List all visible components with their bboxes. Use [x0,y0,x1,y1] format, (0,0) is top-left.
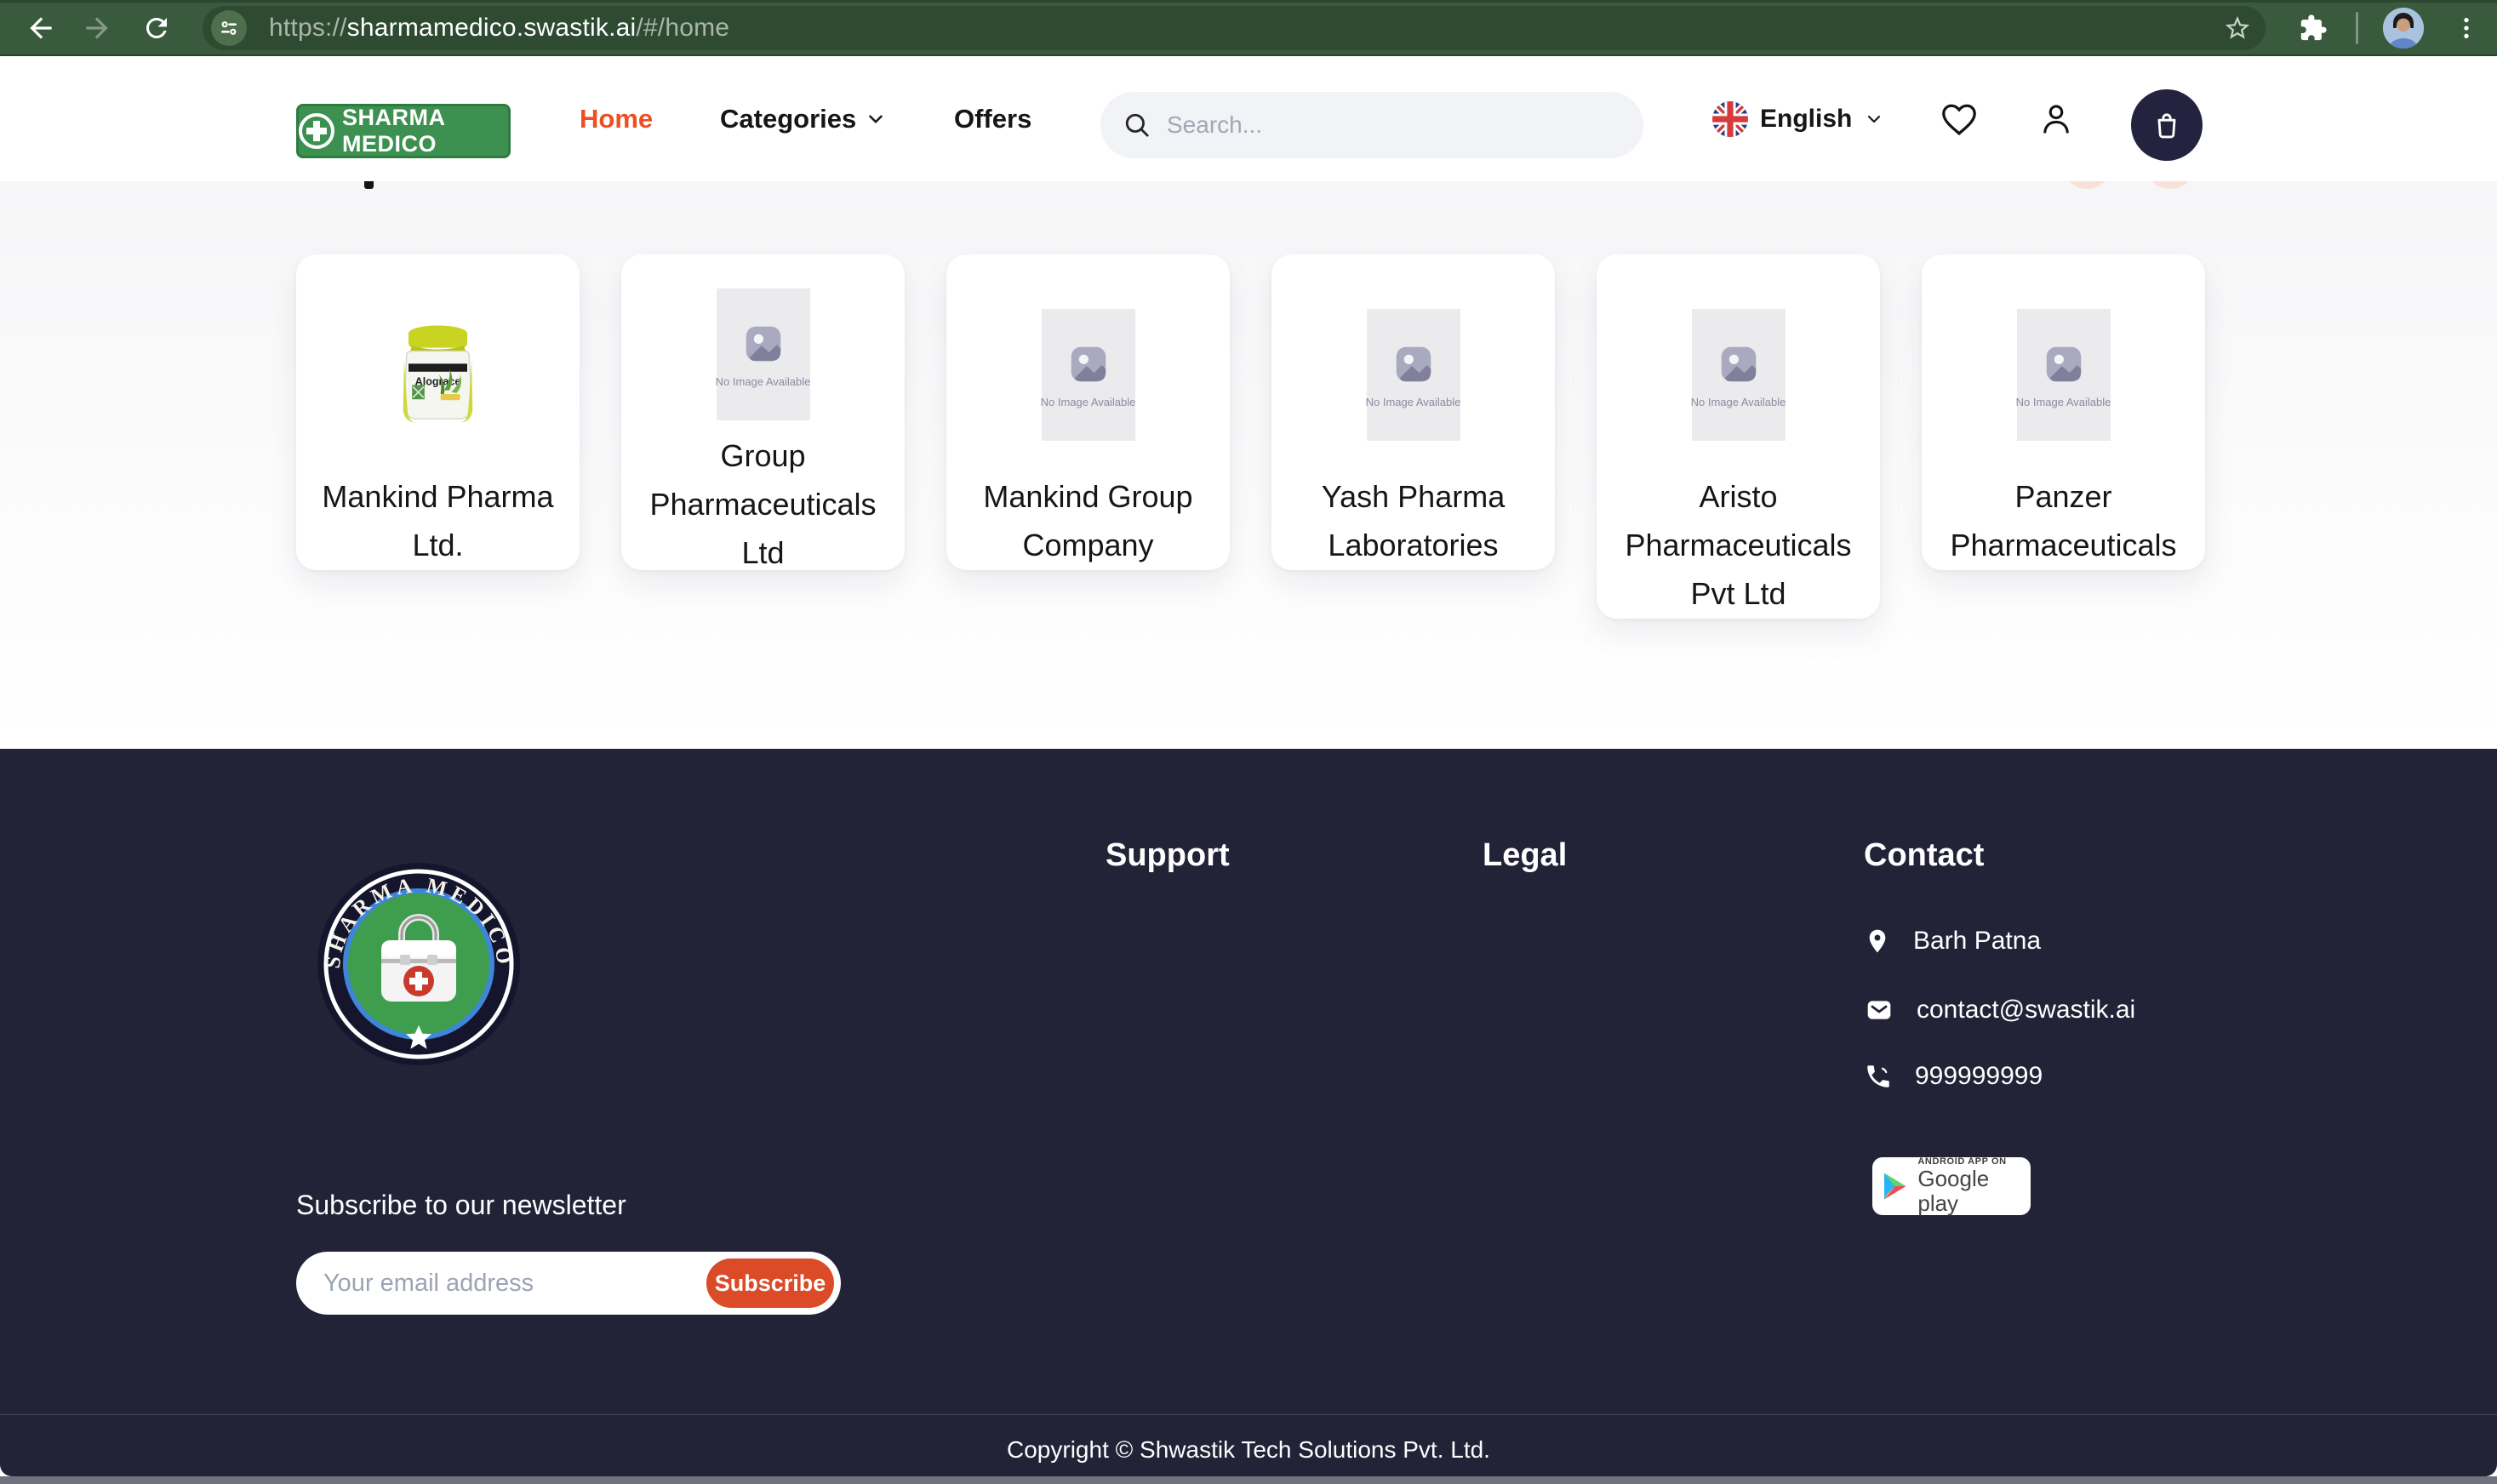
nav-home[interactable]: Home [580,56,653,181]
footer-logo-badge: SHARMA MEDICO [317,862,521,1066]
chrome-divider [2356,12,2358,44]
phone-icon [1864,1062,1893,1091]
newsletter-form: Subscribe [296,1252,841,1315]
browser-chrome: https://sharmamedico.swastik.ai/#/home [0,0,2497,56]
bookmark-star-icon[interactable] [2223,14,2252,43]
url-host: sharmamedico.swastik.ai [347,14,637,43]
image-placeholder-icon [740,321,786,367]
search-icon [1123,111,1151,140]
brand-card[interactable]: No Image Available Yash Pharma Laborator… [1271,254,1555,570]
nav-categories-label: Categories [720,104,856,134]
shopping-bag-icon [2151,109,2183,141]
heart-icon [1940,100,1979,139]
brand-name: Mankind Pharma Ltd. [296,473,580,570]
language-label: English [1760,105,1852,134]
footer: SHARMA MEDICO Support Legal Contact Barh… [0,749,2497,1476]
product-jar-image: Alograce [389,319,487,431]
image-placeholder-icon [2041,341,2087,387]
image-placeholder-icon [1391,341,1437,387]
url-scheme: https:// [269,14,347,43]
no-image-text: No Image Available [716,375,811,388]
brand-image: Alograce [389,288,487,461]
brand-card[interactable]: No Image Available Panzer Pharmaceutical… [1922,254,2205,570]
brand-card[interactable]: No Image Available Aristo Pharmaceutical… [1597,254,1880,619]
search-bar[interactable] [1100,92,1643,158]
search-input[interactable] [1165,111,1633,140]
back-button[interactable] [24,11,58,45]
reload-button[interactable] [140,11,174,45]
wishlist-button[interactable] [1940,56,1979,181]
address-bar[interactable]: https://sharmamedico.swastik.ai/#/home [203,6,2266,50]
profile-avatar[interactable] [2383,8,2424,49]
copyright-text: Copyright © Shwastik Tech Solutions Pvt.… [0,1436,2497,1464]
no-image-placeholder: No Image Available [2017,309,2111,441]
chevron-down-icon [865,108,887,130]
nav-categories[interactable]: Categories [720,56,887,181]
site-settings-icon[interactable] [211,10,247,46]
nav-offers-label: Offers [954,104,1031,134]
location-pin-icon [1864,925,1891,957]
google-play-name: Google play [1917,1167,2019,1215]
image-placeholder-icon [1716,341,1762,387]
no-image-text: No Image Available [1366,396,1461,408]
contact-email[interactable]: contact@swastik.ai [1864,990,2135,1030]
horizontal-scrollbar[interactable] [0,1476,2497,1484]
brand-name: Aristo Pharmaceuticals Pvt Ltd [1597,473,1880,619]
uk-flag-icon [1712,101,1748,137]
footer-divider [0,1414,2497,1415]
no-image-text: No Image Available [1041,396,1136,408]
contact-address[interactable]: Barh Patna [1864,922,2041,961]
subscribe-button[interactable]: Subscribe [706,1259,834,1308]
no-image-text: No Image Available [2016,396,2111,408]
nav-offers[interactable]: Offers [954,56,1031,181]
brand-name: Group Pharmaceuticals Ltd [621,432,905,578]
contact-address-text: Barh Patna [1913,927,2041,956]
brand-card[interactable]: No Image Available Mankind Group Company [946,254,1230,570]
cart-button[interactable] [2131,89,2203,161]
contact-email-text: contact@swastik.ai [1917,996,2135,1025]
medical-cross-icon [299,113,334,149]
nav-home-label: Home [580,104,653,134]
site-header: SHARMA MEDICO Home Categories Offers [0,56,2497,181]
brand-name: Panzer Pharmaceuticals [1922,473,2205,570]
url-text[interactable]: https://sharmamedico.swastik.ai/#/home [269,6,729,50]
google-play-badge[interactable]: ANDROID APP ON Google play [1872,1157,2031,1215]
newsletter-heading: Subscribe to our newsletter [296,1190,626,1221]
no-image-placeholder: No Image Available [1042,309,1135,441]
brand-name: Mankind Group Company [946,473,1230,570]
envelope-icon [1864,996,1894,1024]
forward-button[interactable] [80,11,114,45]
language-selector[interactable]: English [1712,56,1884,181]
footer-legal-heading: Legal [1483,837,1567,874]
site-logo[interactable]: SHARMA MEDICO [296,104,511,158]
no-image-text: No Image Available [1691,396,1786,408]
account-button[interactable] [2037,56,2075,181]
logo-text: SHARMA MEDICO [342,105,508,157]
contact-phone[interactable]: 999999999 [1864,1057,2043,1096]
brand-card[interactable]: No Image Available Group Pharmaceuticals… [621,254,905,570]
brand-card[interactable]: Alograce Mankind Pharma Ltd. [296,254,580,570]
extensions-icon[interactable] [2296,11,2330,45]
person-icon [2037,100,2075,138]
menu-dots-icon[interactable] [2449,11,2483,45]
image-placeholder-icon [1066,341,1111,387]
brands-section: Alograce Mankind Pharma Ltd. No Image Av… [0,181,2497,749]
no-image-placeholder: No Image Available [717,288,810,420]
truncated-section-heading [364,181,374,189]
brand-name: Yash Pharma Laboratories [1271,473,1555,570]
contact-phone-text: 999999999 [1915,1062,2043,1091]
no-image-placeholder: No Image Available [1367,309,1460,441]
chevron-down-icon [1864,109,1884,129]
google-play-icon [1884,1171,1907,1201]
footer-support-heading: Support [1106,837,1230,874]
url-path: /#/home [636,14,729,43]
footer-contact-heading: Contact [1864,837,1984,874]
no-image-placeholder: No Image Available [1692,309,1786,441]
page: https://sharmamedico.swastik.ai/#/home S… [0,0,2497,1484]
